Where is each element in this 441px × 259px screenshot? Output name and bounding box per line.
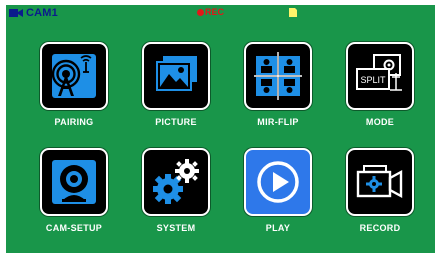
cam-setup-button[interactable]: [40, 148, 108, 216]
webcam-icon: [52, 160, 96, 204]
record-camera-icon: [356, 165, 403, 199]
mirror-flip-icon: [254, 52, 302, 100]
system-button[interactable]: [142, 148, 210, 216]
rec-label: REC: [205, 7, 225, 17]
picture-button[interactable]: [142, 42, 210, 110]
status-bar: CAM1 REC: [6, 5, 435, 21]
menu-mode[interactable]: SPLIT MODE: [335, 42, 425, 146]
play-icon: [257, 161, 299, 203]
menu-cam-setup[interactable]: CAM-SETUP: [29, 148, 119, 252]
mode-label: MODE: [365, 117, 395, 127]
mode-button[interactable]: SPLIT: [346, 42, 414, 110]
mir-flip-label: MIR-FLIP: [257, 117, 299, 127]
play-button[interactable]: [244, 148, 312, 216]
play-label: PLAY: [265, 223, 291, 233]
menu-mir-flip[interactable]: MIR-FLIP: [233, 42, 323, 146]
gears-icon: [153, 159, 199, 204]
menu-pairing[interactable]: PAIRING: [29, 42, 119, 146]
menu-screen: CAM1 REC PAIRING PICTURE MIR-FLIP SPLIT …: [6, 5, 435, 253]
camera-icon: [9, 9, 23, 17]
menu-picture[interactable]: PICTURE: [131, 42, 221, 146]
picture-label: PICTURE: [155, 117, 197, 127]
antenna-icon: [51, 54, 96, 98]
pairing-button[interactable]: [40, 42, 108, 110]
system-label: SYSTEM: [156, 223, 196, 233]
record-label: RECORD: [359, 223, 401, 233]
picture-icon: [156, 56, 197, 91]
rec-dot-icon: [197, 9, 204, 16]
record-button[interactable]: [346, 148, 414, 216]
menu-play[interactable]: PLAY: [233, 148, 323, 252]
split-mode-icon: SPLIT: [356, 54, 402, 91]
sd-card-icon: [289, 8, 297, 17]
mir-flip-button[interactable]: [244, 42, 312, 110]
split-text: SPLIT: [360, 75, 386, 85]
menu-record[interactable]: RECORD: [335, 148, 425, 252]
cam-setup-label: CAM-SETUP: [45, 223, 103, 233]
camera-label: CAM1: [26, 7, 58, 19]
menu-system[interactable]: SYSTEM: [131, 148, 221, 252]
pairing-label: PAIRING: [54, 117, 94, 127]
